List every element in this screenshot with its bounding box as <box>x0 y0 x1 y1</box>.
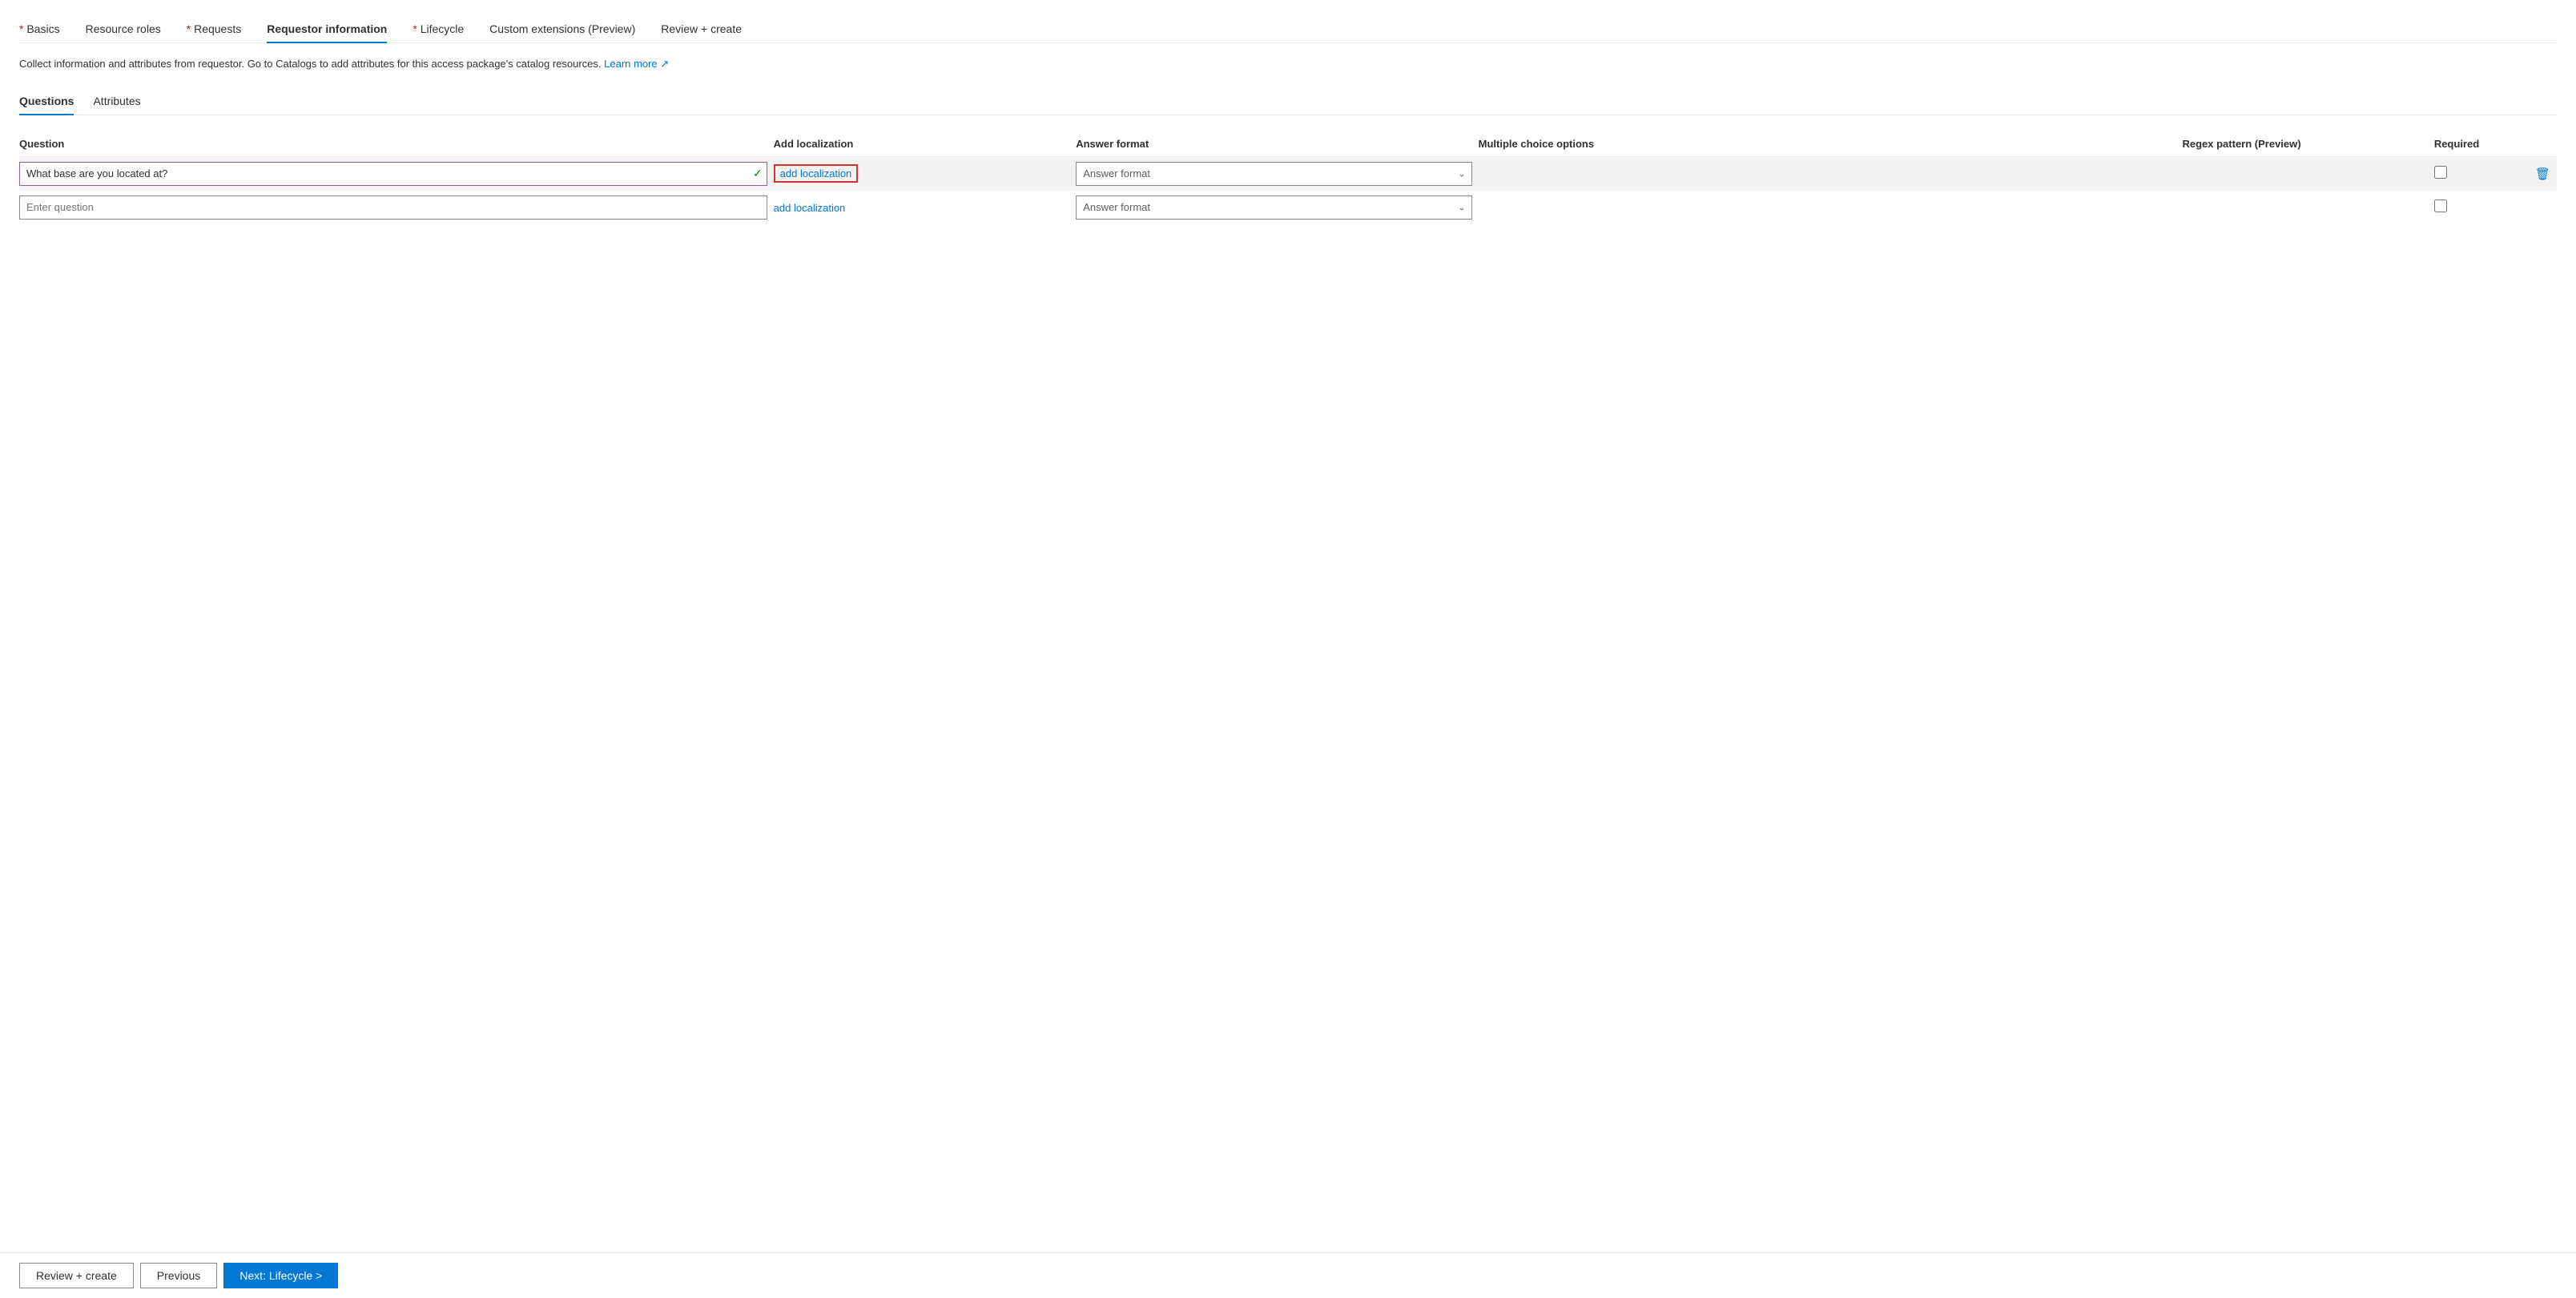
multiple-choice-cell-2 <box>1479 191 2183 224</box>
nav-tab-resource-roles[interactable]: Resource roles <box>86 16 161 43</box>
nav-tab-label: Requests <box>194 22 241 35</box>
required-checkbox-2[interactable] <box>2434 200 2447 212</box>
page-description: Collect information and attributes from … <box>19 56 2557 72</box>
nav-tab-basics[interactable]: * Basics <box>19 16 60 43</box>
required-star: * <box>19 22 26 35</box>
question-input-1[interactable] <box>19 162 767 186</box>
col-header-question: Question <box>19 131 774 157</box>
add-localization-link-1[interactable]: add localization <box>774 164 859 183</box>
checkmark-icon: ✓ <box>753 167 763 180</box>
sub-tabs: Questions Attributes <box>19 88 2557 115</box>
external-link-icon: ↗ <box>660 58 669 70</box>
nav-tab-label: Basics <box>26 22 59 35</box>
required-star: * <box>187 22 194 35</box>
col-header-answer-format: Answer format <box>1076 131 1478 157</box>
answer-format-select-2[interactable]: Answer formatShort answerLong answerMult… <box>1076 196 1471 220</box>
nav-tab-label: Lifecycle <box>421 22 464 35</box>
col-header-multiple-choice: Multiple choice options <box>1479 131 2183 157</box>
nav-tab-review-create[interactable]: Review + create <box>661 16 742 43</box>
nav-tab-custom-extensions[interactable]: Custom extensions (Preview) <box>489 16 635 43</box>
question-input-2[interactable] <box>19 196 767 220</box>
learn-more-link[interactable]: Learn more ↗ <box>604 58 669 70</box>
required-star: * <box>413 22 420 35</box>
sub-tab-attributes[interactable]: Attributes <box>93 88 140 115</box>
table-row: ✓ add localization Answer formatShort answ… <box>19 156 2557 191</box>
nav-tab-label: Custom extensions (Preview) <box>489 22 635 35</box>
sub-tab-questions[interactable]: Questions <box>19 88 74 115</box>
table-header-row: Question Add localization Answer format … <box>19 131 2557 157</box>
col-header-regex: Regex pattern (Preview) <box>2182 131 2433 157</box>
nav-tab-label: Resource roles <box>86 22 161 35</box>
col-header-actions <box>2535 131 2557 157</box>
next-lifecycle-button[interactable]: Next: Lifecycle > <box>223 1263 338 1288</box>
multiple-choice-cell-1 <box>1479 156 2183 191</box>
regex-cell-2 <box>2182 191 2433 224</box>
nav-tab-label: Requestor information <box>267 22 387 35</box>
required-checkbox-1[interactable] <box>2434 166 2447 179</box>
delete-icon-1[interactable]: 🗑 <box>2535 167 2550 181</box>
nav-tab-requests[interactable]: * Requests <box>187 16 242 43</box>
nav-tab-lifecycle[interactable]: * Lifecycle <box>413 16 464 43</box>
nav-tab-label: Review + create <box>661 22 742 35</box>
add-localization-link-2[interactable]: add localization <box>774 202 846 214</box>
previous-button[interactable]: Previous <box>140 1263 217 1288</box>
col-header-localization: Add localization <box>774 131 1077 157</box>
review-create-button[interactable]: Review + create <box>19 1263 134 1288</box>
col-header-required: Required <box>2434 131 2535 157</box>
answer-format-select-1[interactable]: Answer formatShort answerLong answerMult… <box>1076 162 1471 186</box>
footer: Review + create Previous Next: Lifecycle… <box>0 1252 2576 1298</box>
table-row: add localization Answer formatShort answe… <box>19 191 2557 224</box>
questions-table: Question Add localization Answer format … <box>19 131 2557 224</box>
nav-tabs: * Basics Resource roles * Requests Requesto… <box>19 16 2557 43</box>
regex-cell-1 <box>2182 156 2433 191</box>
nav-tab-requestor-information[interactable]: Requestor information <box>267 16 387 43</box>
